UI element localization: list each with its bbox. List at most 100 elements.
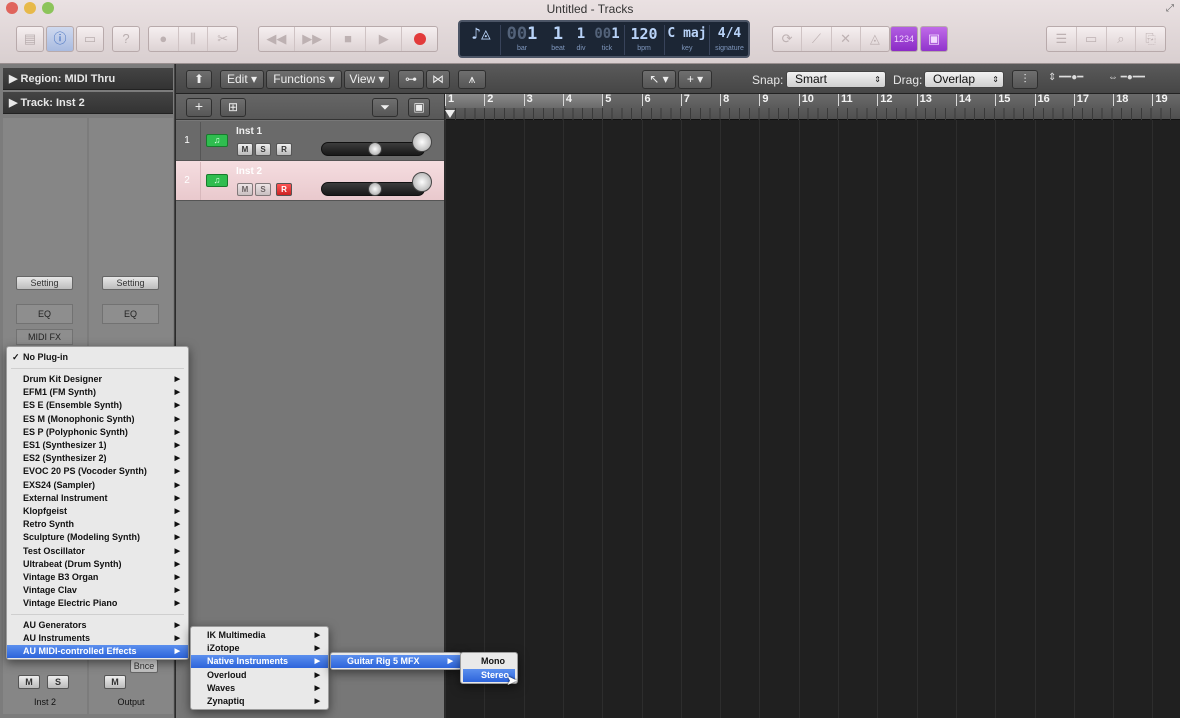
- plugin-menu-item[interactable]: Ultrabeat (Drum Synth) ▶: [7, 558, 188, 571]
- record-enable-button[interactable]: R: [276, 183, 292, 196]
- waveform-zoom-icon[interactable]: ⫶: [1012, 70, 1038, 89]
- plugin-menu-item[interactable]: EVOC 20 PS (Vocoder Synth) ▶: [7, 465, 188, 478]
- strip1-mute-button[interactable]: M: [18, 675, 40, 689]
- strip1-solo-button[interactable]: S: [47, 675, 69, 689]
- filter-icon[interactable]: ⏷: [372, 98, 398, 117]
- drag-select[interactable]: Overlap ⇕: [924, 71, 1004, 88]
- vendor-menu-item[interactable]: Zynaptiq ▶: [191, 695, 328, 708]
- strip2-setting-button[interactable]: Setting: [102, 276, 159, 290]
- plugin-menu-item[interactable]: Sculpture (Modeling Synth) ▶: [7, 531, 188, 544]
- track-name[interactable]: Inst 2: [236, 166, 262, 177]
- bounce-button[interactable]: Bnce: [130, 659, 158, 673]
- quick-help-button[interactable]: ?: [112, 26, 140, 52]
- automation-icon[interactable]: ⊶: [398, 70, 424, 89]
- snap-select[interactable]: Smart ⇕: [786, 71, 886, 88]
- horizontal-zoom-slider[interactable]: ⇔ ━●━━: [1108, 72, 1168, 86]
- volume-fader-knob[interactable]: [368, 142, 382, 156]
- track-row[interactable]: 2 ♫ Inst 2 M S R: [176, 161, 444, 201]
- vendor-menu-item[interactable]: iZotope ▶: [191, 642, 328, 655]
- strip2-eq-slot[interactable]: EQ: [102, 304, 159, 324]
- notepad-icon[interactable]: ▭: [1077, 27, 1107, 51]
- au-menu-item[interactable]: AU MIDI-controlled Effects ▶: [7, 645, 188, 659]
- metronome-icon[interactable]: ♪◬: [464, 22, 498, 56]
- plugin-menu-item[interactable]: Test Oscillator ▶: [7, 545, 188, 558]
- record-icon[interactable]: [402, 27, 437, 51]
- lcd-key[interactable]: C maj key: [666, 22, 708, 56]
- library-button[interactable]: ▤: [16, 26, 44, 52]
- fullscreen-icon[interactable]: ⤢: [1166, 3, 1174, 14]
- metronome-click-button[interactable]: ▣: [920, 26, 948, 52]
- volume-fader[interactable]: [321, 142, 425, 156]
- plugin-menu-item[interactable]: ES E (Ensemble Synth) ▶: [7, 399, 188, 412]
- lcd-tempo[interactable]: 120 bpm: [626, 22, 662, 56]
- edit-menu[interactable]: Edit ▾: [220, 70, 264, 89]
- pan-knob[interactable]: [412, 172, 432, 192]
- plugin-menu-item[interactable]: ES1 (Synthesizer 1) ▶: [7, 439, 188, 452]
- list-editors-icon[interactable]: ☰: [1047, 27, 1077, 51]
- count-in-button[interactable]: 1234: [890, 26, 918, 52]
- vertical-zoom-slider[interactable]: ⇕ ━━●━: [1048, 72, 1104, 86]
- pan-knob[interactable]: [412, 132, 432, 152]
- vendor-menu-item[interactable]: Waves ▶: [191, 682, 328, 695]
- flex-icon[interactable]: ⋈: [426, 70, 450, 89]
- play-icon[interactable]: ▶: [366, 27, 403, 51]
- region-inspector-header[interactable]: ▶ Region: MIDI Thru: [3, 68, 173, 90]
- display-icon[interactable]: ▣: [408, 98, 430, 117]
- add-track-icon[interactable]: +: [186, 98, 212, 117]
- plugin-menu-item[interactable]: Retro Synth ▶: [7, 518, 188, 531]
- strip2-mute-button[interactable]: M: [104, 675, 126, 689]
- mixer-icon[interactable]: ⫼: [179, 27, 209, 51]
- cycle-icon[interactable]: ⟳: [773, 27, 803, 51]
- new-folder-icon[interactable]: ⊞: [220, 98, 246, 117]
- solo-button[interactable]: S: [255, 143, 271, 156]
- plugin-menu-item[interactable]: Vintage Electric Piano ▶: [7, 597, 188, 610]
- lcd-display[interactable]: ♪◬ 001 bar 1 beat 1 div 001 tick 120 bpm…: [458, 20, 750, 58]
- plugin-menu-item[interactable]: ES2 (Synthesizer 2) ▶: [7, 452, 188, 465]
- plugin-menu-item[interactable]: ES P (Polyphonic Synth) ▶: [7, 426, 188, 439]
- vendor-menu-item[interactable]: Overloud ▶: [191, 669, 328, 682]
- pointer-tool-icon[interactable]: ↖ ▾: [642, 70, 676, 89]
- metronome-toggle-icon[interactable]: ◬: [861, 27, 889, 51]
- plugin-menu-item[interactable]: Drum Kit Designer ▶: [7, 373, 188, 386]
- plugin-menu-item[interactable]: EFM1 (FM Synth) ▶: [7, 386, 188, 399]
- strip1-eq-slot[interactable]: EQ: [16, 304, 73, 324]
- channel-menu-item[interactable]: Mono: [463, 655, 515, 668]
- solo-button[interactable]: S: [255, 183, 271, 196]
- menu-item-no-plugin[interactable]: ✓ No Plug-in: [7, 351, 188, 364]
- plugin-menu-item[interactable]: ES M (Monophonic Synth) ▶: [7, 413, 188, 426]
- volume-fader[interactable]: [321, 182, 425, 196]
- pencil-tool-icon[interactable]: + ▾: [678, 70, 712, 89]
- rewind-icon[interactable]: ◀◀: [259, 27, 295, 51]
- functions-menu[interactable]: Functions ▾: [266, 70, 342, 89]
- browsers-icon[interactable]: ⎘: [1136, 27, 1165, 51]
- loop-browser-icon[interactable]: ⌕: [1107, 27, 1137, 51]
- strip1-midifx-slot[interactable]: MIDI FX: [16, 329, 73, 345]
- view-menu[interactable]: View ▾: [344, 70, 390, 89]
- plugin-menu-item[interactable]: Klopfgeist ▶: [7, 505, 188, 518]
- plugin-menu-item[interactable]: External Instrument ▶: [7, 492, 188, 505]
- au-menu-item[interactable]: AU Generators ▶: [7, 619, 188, 632]
- smart-controls-icon[interactable]: ●: [149, 27, 179, 51]
- toolbar-toggle-button[interactable]: ▭: [76, 26, 104, 52]
- plugin-menu-item[interactable]: Vintage Clav ▶: [7, 584, 188, 597]
- catch-icon[interactable]: ⩚: [458, 70, 486, 89]
- vendor-menu-item[interactable]: IK Multimedia ▶: [191, 629, 328, 642]
- track-inspector-header[interactable]: ▶ Track: Inst 2: [3, 92, 173, 114]
- stop-icon[interactable]: ■: [331, 27, 367, 51]
- vendor-menu-item[interactable]: Native Instruments ▶: [191, 655, 328, 669]
- tuner-icon[interactable]: ⟋: [802, 27, 832, 51]
- track-row[interactable]: 1 ♫ Inst 1 M S R: [176, 121, 444, 161]
- inspector-button[interactable]: ⓘ: [46, 26, 74, 52]
- record-enable-button[interactable]: R: [276, 143, 292, 156]
- volume-fader-knob[interactable]: [368, 182, 382, 196]
- plugin-menu-item[interactable]: Vintage B3 Organ ▶: [7, 571, 188, 584]
- track-name[interactable]: Inst 1: [236, 126, 262, 137]
- up-arrow-icon[interactable]: ⬆: [186, 70, 212, 89]
- ni-menu-item[interactable]: Guitar Rig 5 MFX ▶: [331, 655, 461, 668]
- mute-button[interactable]: M: [237, 143, 253, 156]
- lcd-signature[interactable]: 4/4 signature: [711, 22, 748, 56]
- plugin-menu-item[interactable]: EXS24 (Sampler) ▶: [7, 479, 188, 492]
- forward-icon[interactable]: ▶▶: [295, 27, 331, 51]
- strip1-setting-button[interactable]: Setting: [16, 276, 73, 290]
- editors-icon[interactable]: ✂: [208, 27, 237, 51]
